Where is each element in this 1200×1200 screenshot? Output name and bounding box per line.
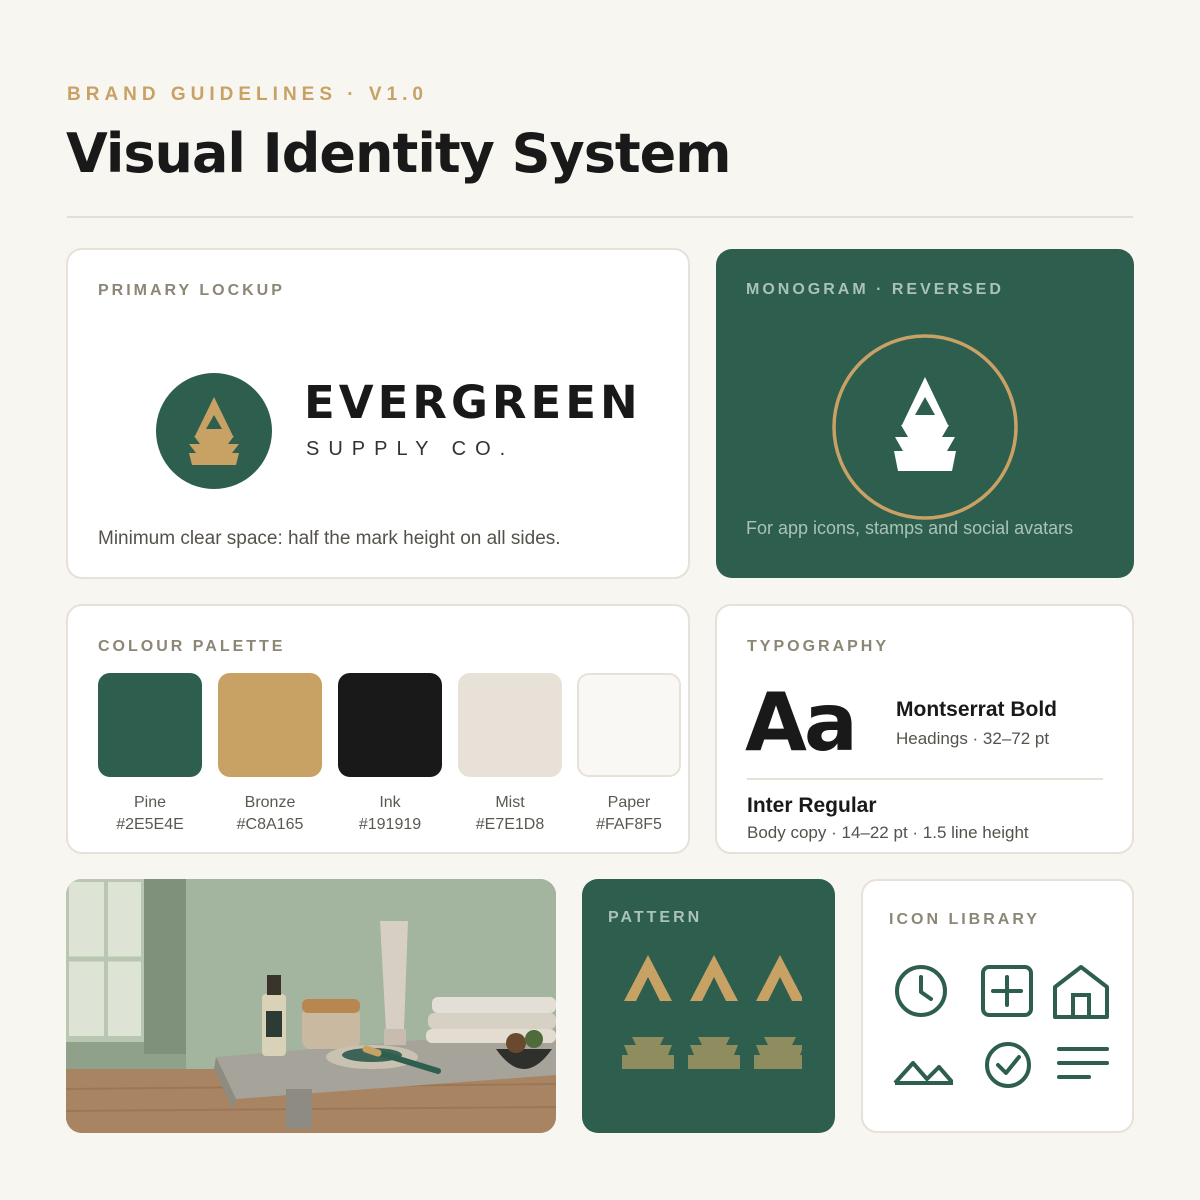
- swatch-mist: [458, 673, 562, 777]
- heading-font-name: Montserrat Bold: [896, 698, 1058, 721]
- body-font-usage: Body copy · 14–22 pt · 1.5 line height: [747, 823, 1029, 842]
- swatch-ink: [338, 673, 442, 777]
- brand-eyebrow: BRAND GUIDELINES · V1.0: [67, 84, 428, 105]
- primary-lockup-label: PRIMARY LOCKUP: [98, 282, 285, 299]
- pattern-card: PATTERN: [582, 879, 835, 1133]
- swatch-pine: [98, 673, 202, 777]
- swatch-hex: #FAF8F5: [596, 816, 662, 833]
- pattern-label: PATTERN: [608, 909, 703, 926]
- swatch-name: Pine: [133, 794, 167, 811]
- swatch-name: Bronze: [244, 794, 296, 811]
- monogram-label: MONOGRAM · REVERSED: [746, 281, 1004, 298]
- monogram-usage-note: For app icons, stamps and social avatars: [746, 518, 1074, 538]
- type-specimen: Aa: [745, 676, 858, 769]
- primary-lockup-card: PRIMARY LOCKUP EVERGREEN SUPPLY CO. Mini…: [66, 248, 690, 579]
- page-title: Visual Identity System: [66, 122, 732, 185]
- lifestyle-photo: [66, 879, 556, 1133]
- swatch-hex: #E7E1D8: [475, 816, 545, 833]
- monogram-tree-icon: [832, 334, 1018, 520]
- tree-pattern: [622, 955, 802, 1069]
- product-scene-illustration: [66, 879, 556, 1133]
- plus-square-icon: [981, 965, 1033, 1017]
- wordmark-subtitle: SUPPLY CO.: [306, 438, 515, 460]
- typography-card: TYPOGRAPHY Aa Montserrat Bold Headings ·…: [715, 604, 1134, 854]
- evergreen-tree-logo-icon: [156, 373, 272, 489]
- mountain-icon: [893, 1061, 953, 1085]
- clear-space-note: Minimum clear space: half the mark heigh…: [98, 528, 561, 549]
- icon-library-card: ICON LIBRARY: [861, 879, 1134, 1133]
- swatch-name: Mist: [495, 794, 525, 811]
- typography-divider: [747, 778, 1103, 780]
- swatch-name: Paper: [607, 794, 651, 811]
- swatch-bronze: [218, 673, 322, 777]
- swatch-name: Ink: [379, 794, 401, 811]
- swatch-hex: #C8A165: [236, 816, 304, 833]
- monogram-card: MONOGRAM · REVERSED For app icons, stamp…: [716, 249, 1134, 578]
- swatch-paper: [577, 673, 681, 777]
- swatch-hex: #2E5E4E: [116, 816, 184, 833]
- clock-icon: [895, 965, 947, 1017]
- home-icon: [1053, 965, 1109, 1019]
- body-font-name: Inter Regular: [747, 794, 877, 817]
- header-divider: [67, 216, 1133, 218]
- heading-font-usage: Headings · 32–72 pt: [896, 729, 1050, 748]
- wordmark: EVERGREEN: [304, 376, 642, 429]
- typography-label: TYPOGRAPHY: [747, 638, 890, 655]
- check-circle-icon: [985, 1042, 1031, 1088]
- colour-palette-card: COLOUR PALETTE Pine #2E5E4E Bronze #C8A1…: [66, 604, 690, 854]
- colour-palette-label: COLOUR PALETTE: [98, 638, 286, 655]
- swatch-hex: #191919: [358, 816, 422, 833]
- icon-library-label: ICON LIBRARY: [889, 911, 1040, 928]
- menu-lines-icon: [1057, 1047, 1109, 1079]
